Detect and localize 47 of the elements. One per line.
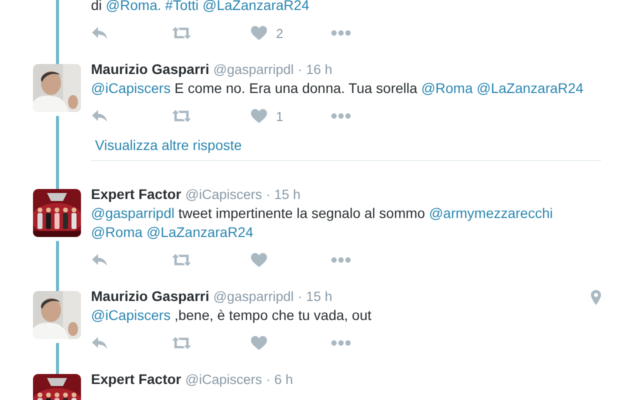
mention-link[interactable]: @Roma xyxy=(421,80,473,96)
user-name[interactable]: Expert Factor xyxy=(91,371,182,387)
show-more-replies-link[interactable]: Visualizza altre risposte xyxy=(91,136,601,161)
like-count: 1 xyxy=(276,108,284,124)
mention-link[interactable]: @Roma xyxy=(91,224,143,240)
retweet-icon[interactable] xyxy=(171,109,192,123)
user-handle[interactable]: @iCapiscers xyxy=(185,372,262,387)
more-icon[interactable] xyxy=(331,257,351,263)
mention-link[interactable]: @LaZanzaraR24 xyxy=(476,80,584,96)
user-handle[interactable]: @iCapiscers xyxy=(185,187,262,202)
tweet-time[interactable]: · 15 h xyxy=(298,289,332,304)
tweet-time[interactable]: · 15 h xyxy=(266,187,301,202)
more-icon[interactable] xyxy=(331,113,351,119)
tweet-text: @iCapiscers E come no. Era una donna. Tua sorella @Roma @LaZanzaraR24 xyxy=(91,79,584,98)
heart-icon[interactable] xyxy=(251,26,267,40)
retweet-icon[interactable] xyxy=(171,253,192,267)
more-icon[interactable] xyxy=(331,340,351,346)
location-pin-icon[interactable] xyxy=(591,290,601,304)
tweet-text: di @Roma. #Totti @LaZanzaraR24 xyxy=(91,0,310,15)
mention-link[interactable]: @Roma. xyxy=(106,0,162,13)
reply-icon[interactable] xyxy=(91,253,108,267)
retweet-icon[interactable] xyxy=(171,336,192,350)
mention-link[interactable]: @iCapiscers xyxy=(91,80,171,96)
tweet-text: @gasparripdl tweet impertinente la segnalo al sommo @armymezzarecchi @Roma @LaZanzaraR24 xyxy=(91,204,554,242)
reply-icon[interactable] xyxy=(91,26,108,40)
user-name[interactable]: Maurizio Gasparri xyxy=(91,61,210,77)
mention-link[interactable]: @LaZanzaraR24 xyxy=(146,224,254,240)
user-handle[interactable]: @gasparripdl xyxy=(213,289,294,304)
mention-link[interactable]: @gasparripdl xyxy=(91,205,174,221)
more-icon[interactable] xyxy=(331,30,351,36)
mention-link[interactable]: @armymezzarecchi xyxy=(428,205,553,221)
heart-icon[interactable] xyxy=(251,336,267,350)
heart-icon[interactable] xyxy=(251,253,267,267)
user-handle[interactable]: @gasparripdl xyxy=(213,62,294,77)
reply-icon[interactable] xyxy=(91,109,108,123)
tweet-time[interactable]: · 16 h xyxy=(298,62,332,77)
user-name[interactable]: Maurizio Gasparri xyxy=(91,288,210,304)
mention-link[interactable]: @LaZanzaraR24 xyxy=(202,0,310,13)
heart-icon[interactable] xyxy=(251,109,267,123)
tweet-time[interactable]: · 6 h xyxy=(266,372,293,387)
like-count: 2 xyxy=(276,26,284,40)
mention-link[interactable]: @iCapiscers xyxy=(91,307,171,323)
retweet-icon[interactable] xyxy=(171,26,192,40)
reply-icon[interactable] xyxy=(91,336,108,350)
tweet-text: @iCapiscers ,bene, è tempo che tu vada, out xyxy=(91,306,372,325)
user-name[interactable]: Expert Factor xyxy=(91,186,182,202)
mention-link[interactable]: #Totti xyxy=(165,0,199,13)
